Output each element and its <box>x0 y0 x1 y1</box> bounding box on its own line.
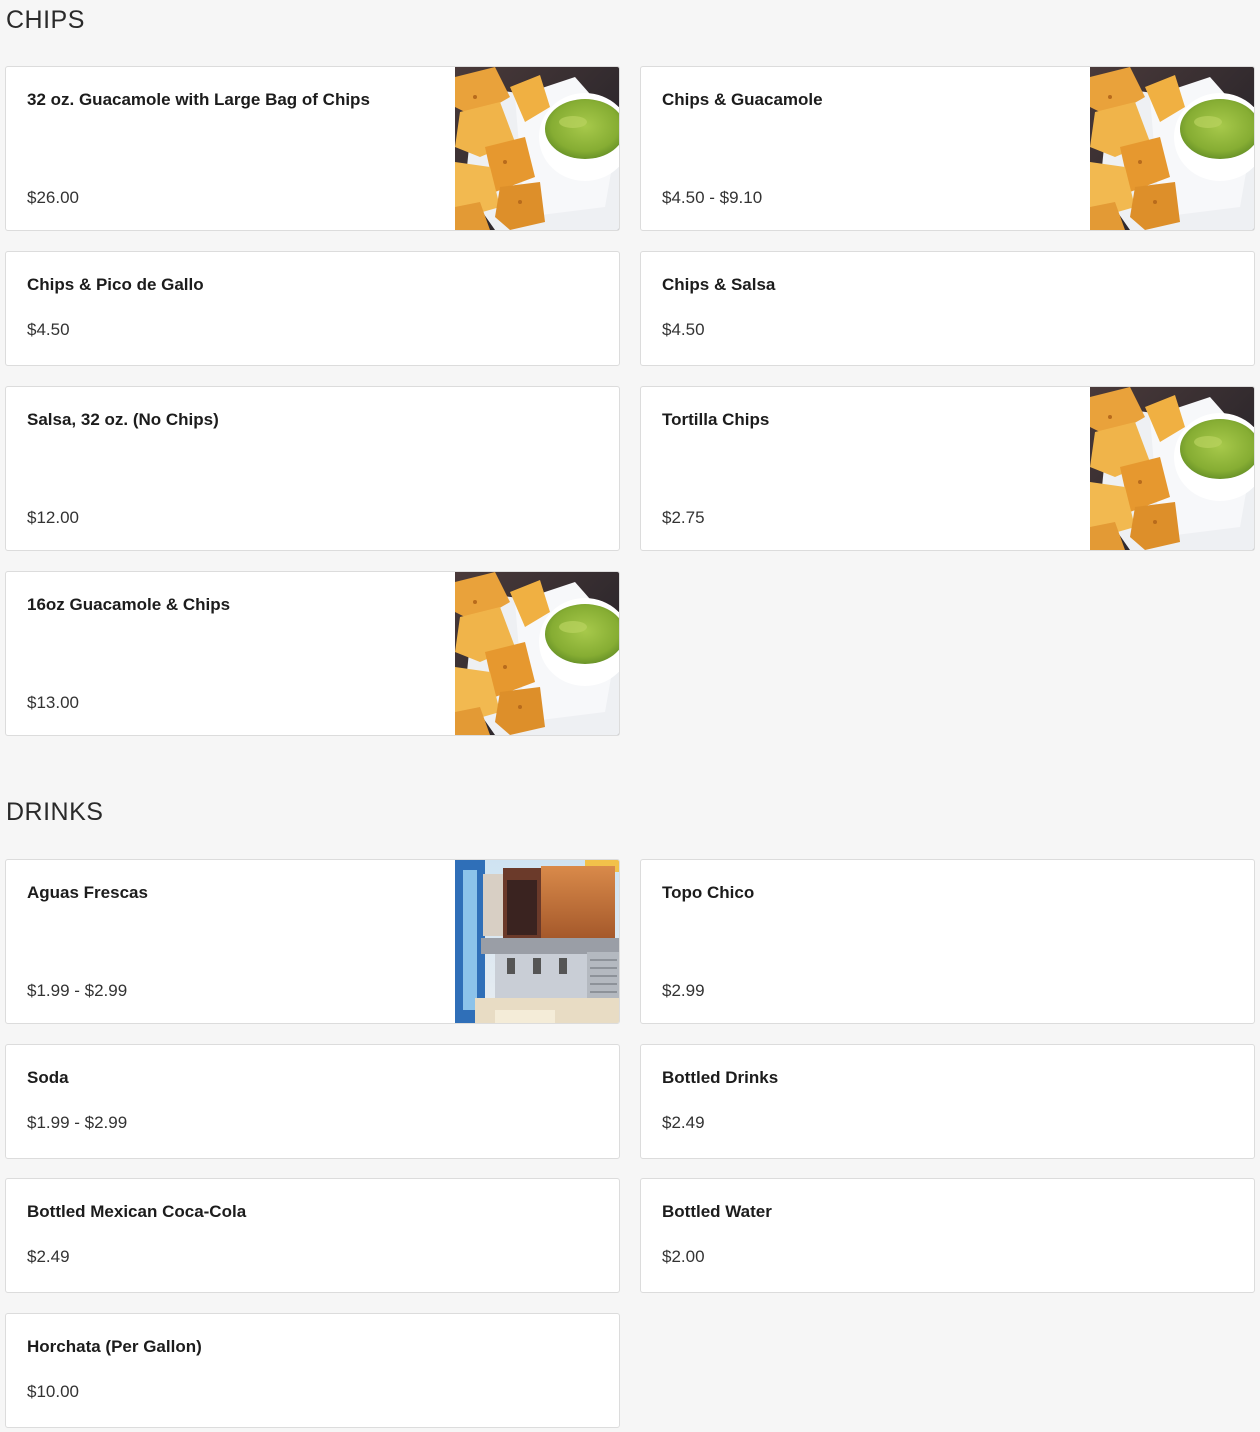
item-name: Aguas Frescas <box>27 883 148 902</box>
item-price: $2.99 <box>662 981 705 1000</box>
chips-guacamole-photo <box>455 572 619 735</box>
menu-item-card[interactable]: Bottled Drinks $2.49 <box>640 1044 1255 1159</box>
menu-item-card[interactable]: Chips & Guacamole $4.50 - $9.10 <box>640 66 1255 231</box>
chips-guacamole-photo <box>455 67 619 230</box>
item-name: Chips & Guacamole <box>662 90 823 109</box>
item-price: $2.00 <box>662 1247 705 1266</box>
menu-item-card[interactable]: Soda $1.99 - $2.99 <box>5 1044 620 1159</box>
item-price: $4.50 - $9.10 <box>662 188 763 207</box>
item-name: Bottled Water <box>662 1202 772 1221</box>
item-price: $2.75 <box>662 508 705 527</box>
chips-guacamole-photo <box>1090 67 1254 230</box>
menu-item-card[interactable]: Chips & Salsa $4.50 <box>640 251 1255 366</box>
item-price: $2.49 <box>662 1113 705 1132</box>
item-name: Chips & Salsa <box>662 275 776 294</box>
item-name: Topo Chico <box>662 883 755 902</box>
chips-guacamole-photo <box>1090 387 1254 550</box>
drink-dispenser-photo <box>455 860 619 1023</box>
menu-item-card[interactable]: 16oz Guacamole & Chips $13.00 <box>5 571 620 736</box>
item-name: 16oz Guacamole & Chips <box>27 595 231 614</box>
menu-item-card[interactable]: Bottled Water $2.00 <box>640 1178 1255 1293</box>
menu-item-card[interactable]: 32 oz. Guacamole with Large Bag of Chips… <box>5 66 620 231</box>
menu-item-card[interactable]: Tortilla Chips $2.75 <box>640 386 1255 551</box>
item-price: $1.99 - $2.99 <box>27 1113 128 1132</box>
menu-item-card[interactable]: Aguas Frescas $1.99 - $2.99 <box>5 859 620 1024</box>
item-name: Salsa, 32 oz. (No Chips) <box>27 410 219 429</box>
item-name: Soda <box>27 1068 69 1087</box>
item-name: Tortilla Chips <box>662 410 770 429</box>
item-price: $4.50 <box>662 320 705 339</box>
menu-item-card[interactable]: Topo Chico $2.99 <box>640 859 1255 1024</box>
menu-item-card[interactable]: Horchata (Per Gallon) $10.00 <box>5 1313 620 1428</box>
item-price: $12.00 <box>27 508 79 527</box>
item-name: Chips & Pico de Gallo <box>27 275 204 294</box>
menu-item-card[interactable]: Salsa, 32 oz. (No Chips) $12.00 <box>5 386 620 551</box>
item-price: $2.49 <box>27 1247 70 1266</box>
item-name: Bottled Drinks <box>662 1068 779 1087</box>
item-name: 32 oz. Guacamole with Large Bag of Chips <box>27 90 370 109</box>
item-price: $1.99 - $2.99 <box>27 981 128 1000</box>
item-name: Bottled Mexican Coca-Cola <box>27 1202 247 1221</box>
item-name: Horchata (Per Gallon) <box>27 1337 202 1356</box>
item-price: $13.00 <box>27 693 79 712</box>
chips-section-title: CHIPS <box>6 6 85 34</box>
menu-item-card[interactable]: Chips & Pico de Gallo $4.50 <box>5 251 620 366</box>
item-price: $10.00 <box>27 1382 79 1401</box>
menu-item-card[interactable]: Bottled Mexican Coca-Cola $2.49 <box>5 1178 620 1293</box>
item-price: $26.00 <box>27 188 79 207</box>
item-price: $4.50 <box>27 320 70 339</box>
drinks-section-title: DRINKS <box>6 798 104 826</box>
